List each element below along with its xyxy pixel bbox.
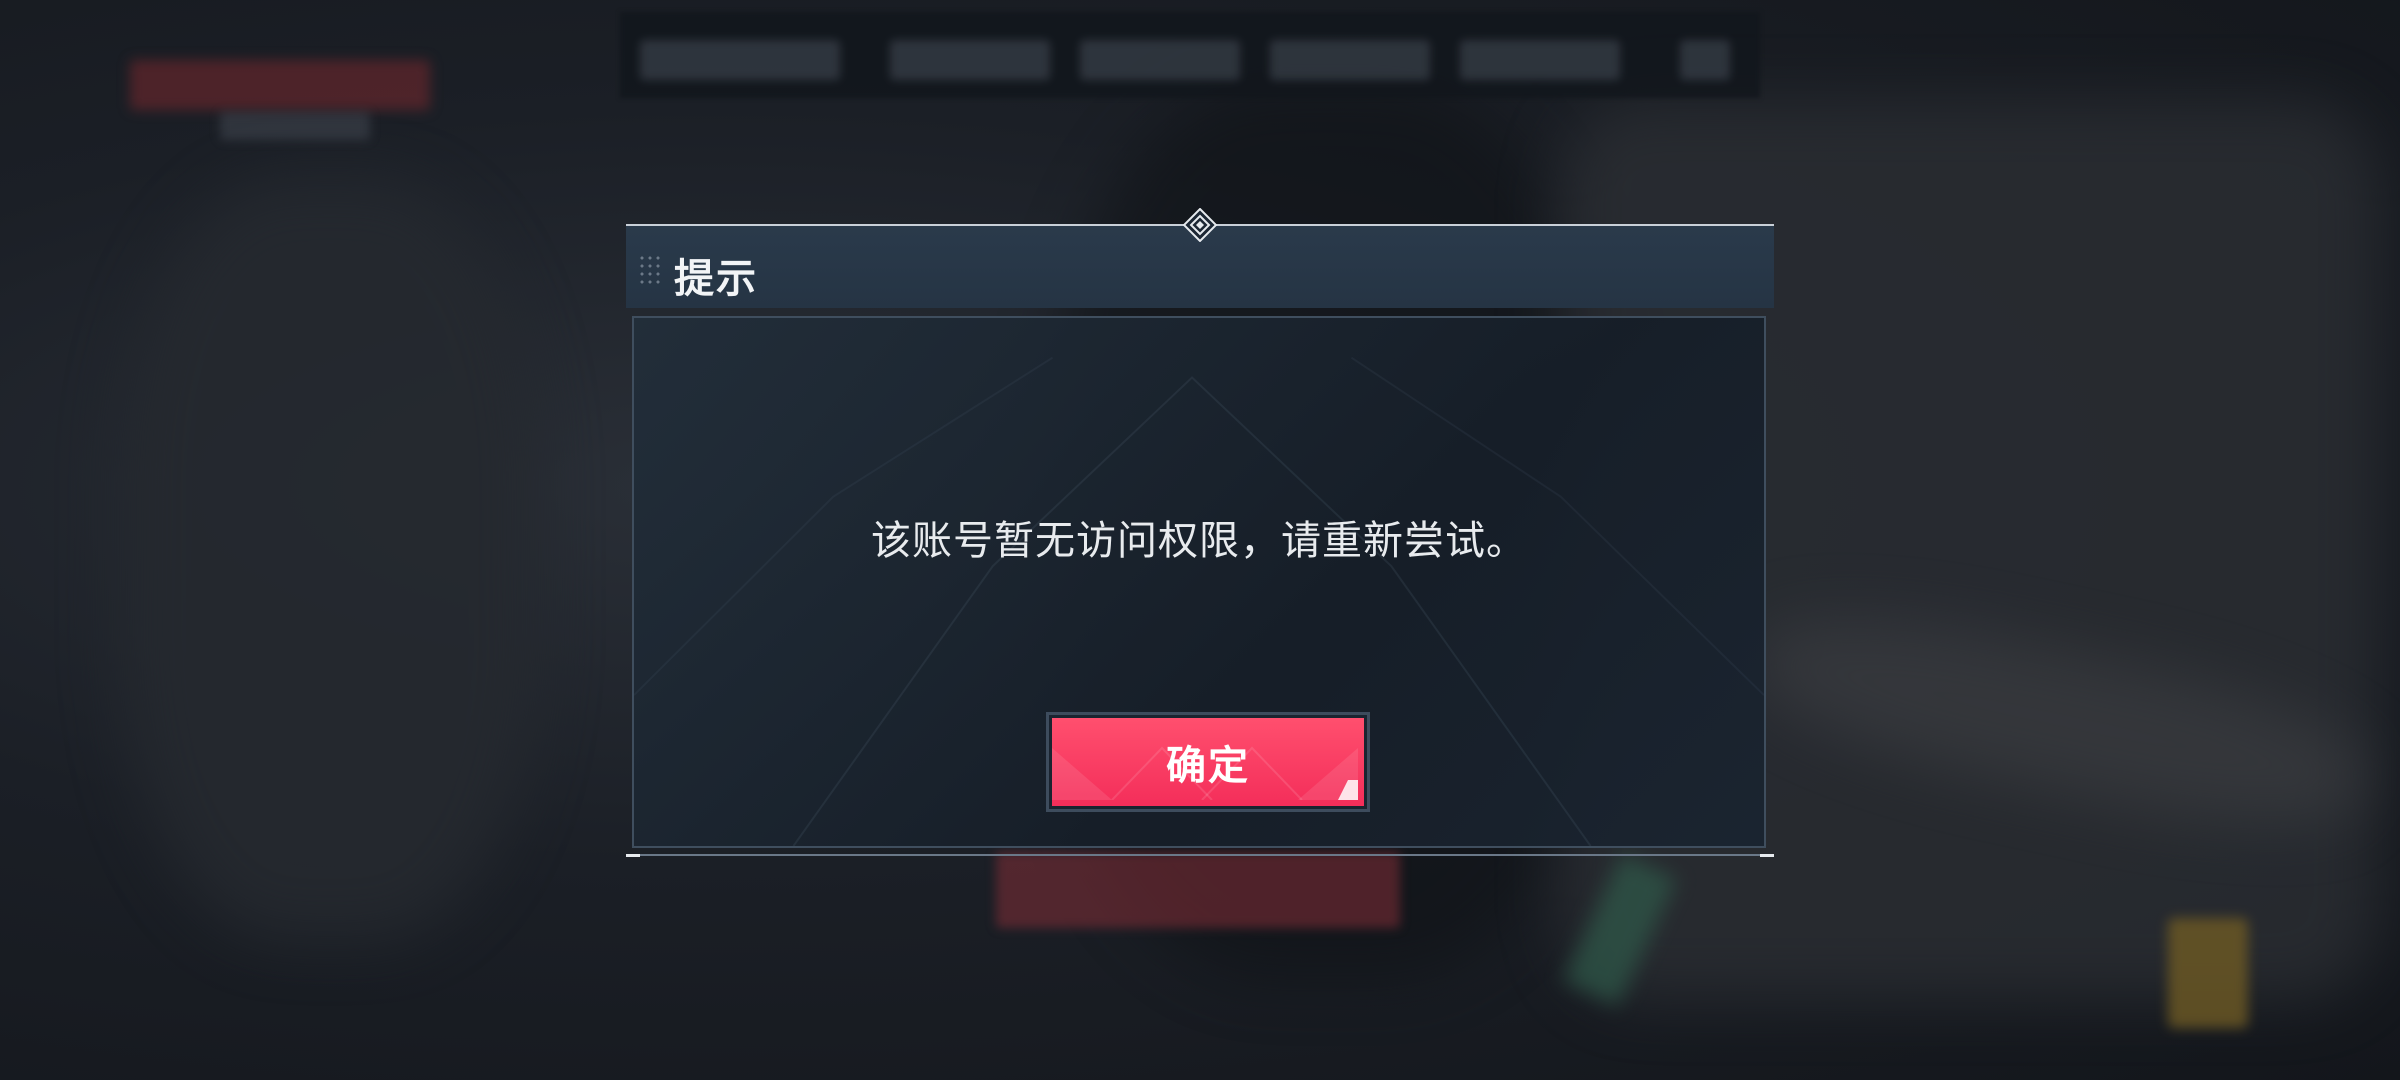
confirm-button-label: 确定 bbox=[1166, 743, 1250, 789]
dialog-message: 该账号暂无访问权限，请重新尝试。 bbox=[871, 518, 1527, 564]
background-menu-item bbox=[890, 40, 1050, 80]
alert-dialog: 提示 该账号暂无访问权限，请重新尝试。 确定 bbox=[626, 208, 1774, 857]
background-menu-item bbox=[1270, 40, 1430, 80]
diamond-ornament-icon bbox=[1183, 208, 1217, 242]
background-menu-item bbox=[1080, 40, 1240, 80]
confirm-button[interactable]: 确定 bbox=[1046, 712, 1370, 812]
background-character bbox=[120, 180, 540, 940]
dialog-title: 提示 bbox=[674, 256, 758, 302]
background-game-logo bbox=[130, 60, 430, 110]
corner-tick-left bbox=[626, 854, 640, 857]
game-screen: 提示 该账号暂无访问权限，请重新尝试。 确定 bbox=[0, 0, 2400, 1080]
background-menu-item bbox=[1460, 40, 1620, 80]
grip-dots-icon bbox=[638, 254, 662, 284]
dialog-bottom-border bbox=[626, 854, 1774, 856]
dialog-body: 该账号暂无访问权限，请重新尝试。 确定 bbox=[632, 316, 1766, 848]
background-logo-subtitle bbox=[220, 112, 370, 140]
background-top-menu bbox=[620, 12, 1760, 98]
background-start-button bbox=[996, 852, 1400, 928]
confirm-button-face[interactable]: 确定 bbox=[1052, 718, 1364, 806]
background-menu-item bbox=[1680, 40, 1730, 80]
background-yellow-object bbox=[2168, 918, 2248, 1028]
background-menu-item bbox=[640, 40, 840, 80]
corner-tick-right bbox=[1760, 854, 1774, 857]
